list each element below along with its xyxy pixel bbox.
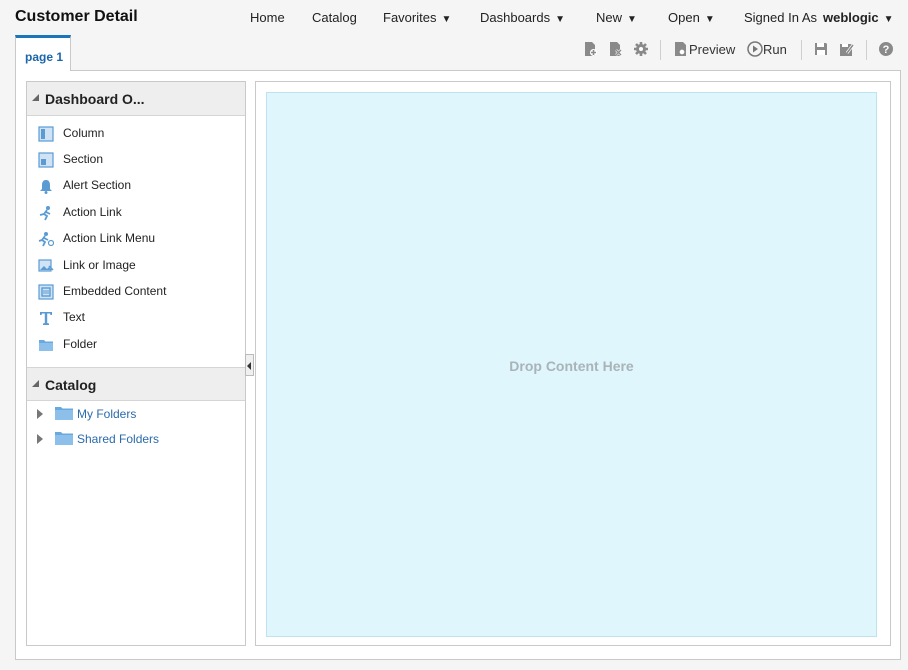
object-label: Action Link Menu	[63, 231, 156, 245]
folder-icon	[55, 432, 73, 445]
expand-icon[interactable]	[37, 434, 43, 444]
settings-gear-icon	[634, 42, 648, 56]
nav-favorites-label: Favorites	[383, 10, 437, 25]
column-icon	[38, 126, 54, 142]
catalog-title: Catalog	[45, 377, 97, 393]
object-embedded-content[interactable]: Embedded Content	[27, 281, 245, 303]
bell-icon	[40, 180, 52, 194]
sidebar: Dashboard O... Column Section Alert Sect…	[26, 81, 246, 646]
preview-button[interactable]: Preview	[673, 38, 735, 60]
object-action-link-menu[interactable]: Action Link Menu	[27, 228, 245, 250]
chevron-down-icon: ▼	[441, 14, 452, 25]
section-icon	[38, 152, 54, 168]
chevron-down-icon: ▼	[555, 14, 566, 25]
drop-zone[interactable]: Drop Content Here	[266, 92, 877, 637]
user-name: weblogic	[823, 10, 879, 25]
object-label: Action Link	[63, 205, 122, 219]
catalog-item-label: Shared Folders	[77, 432, 160, 446]
catalog-header[interactable]: Catalog	[27, 367, 245, 401]
embedded-content-icon	[38, 284, 54, 300]
object-label: Embedded Content	[63, 284, 167, 298]
tab-label: page 1	[25, 50, 64, 64]
expand-icon[interactable]	[37, 409, 43, 419]
dashboard-objects-header[interactable]: Dashboard O...	[27, 82, 245, 116]
nav-open-label: Open	[668, 10, 700, 25]
preview-icon	[675, 42, 686, 56]
toolbar-divider	[866, 40, 867, 60]
object-label: Alert Section	[63, 178, 132, 192]
preview-label: Preview	[689, 41, 736, 57]
nav-home[interactable]: Home	[250, 10, 285, 25]
nav-favorites[interactable]: Favorites ▼	[383, 10, 451, 25]
nav-open[interactable]: Open ▼	[668, 10, 715, 25]
text-icon	[40, 312, 52, 325]
drop-zone-text: Drop Content Here	[509, 358, 634, 374]
nav-catalog[interactable]: Catalog	[312, 10, 357, 25]
toolbar: Preview Run ?	[0, 38, 908, 62]
top-bar: Customer Detail Home Catalog Favorites ▼ …	[0, 0, 908, 34]
link-image-icon	[38, 259, 54, 272]
object-alert-section[interactable]: Alert Section	[27, 175, 245, 197]
add-page-button[interactable]	[582, 38, 598, 60]
nav-dashboards-label: Dashboards	[480, 10, 551, 25]
chevron-down-icon: ▼	[883, 14, 894, 25]
collapse-sidebar-handle[interactable]	[245, 354, 254, 376]
folder-icon	[55, 407, 73, 420]
signed-in-menu[interactable]: Signed In As weblogic ▼	[744, 10, 894, 25]
save-as-icon	[840, 44, 855, 56]
object-section[interactable]: Section	[27, 149, 245, 171]
add-page-icon	[585, 42, 597, 56]
chevron-down-icon: ▼	[704, 14, 715, 25]
object-label: Text	[63, 310, 86, 324]
object-column[interactable]: Column	[27, 123, 245, 145]
toolbar-divider	[801, 40, 802, 60]
help-icon: ?	[879, 42, 893, 56]
catalog-item-shared-folders[interactable]: Shared Folders	[27, 428, 245, 450]
chevron-down-icon: ▼	[627, 14, 637, 25]
run-icon	[747, 41, 763, 57]
page-title: Customer Detail	[15, 8, 138, 25]
object-folder[interactable]: Folder	[27, 334, 245, 356]
object-link-or-image[interactable]: Link or Image	[27, 255, 245, 277]
save-icon	[815, 43, 827, 55]
svg-text:?: ?	[883, 44, 890, 56]
settings-button[interactable]	[633, 38, 649, 60]
nav-dashboards[interactable]: Dashboards ▼	[480, 10, 565, 25]
object-text[interactable]: Text	[27, 307, 245, 329]
object-label: Section	[63, 152, 104, 166]
delete-page-icon	[610, 42, 622, 56]
action-link-icon	[39, 206, 51, 221]
collapse-icon	[32, 94, 39, 101]
nav-new-label: New	[596, 10, 623, 25]
delete-page-button[interactable]	[607, 38, 623, 60]
folder-icon	[39, 340, 53, 351]
catalog-item-label: My Folders	[77, 407, 137, 421]
collapse-icon	[32, 380, 39, 387]
object-label: Column	[63, 126, 105, 140]
tab-page-1[interactable]: page 1	[15, 35, 71, 71]
save-button[interactable]	[813, 38, 829, 60]
object-label: Link or Image	[63, 258, 136, 272]
run-label: Run	[763, 41, 787, 57]
nav-new[interactable]: New ▼	[596, 10, 637, 25]
run-button[interactable]: Run	[747, 38, 787, 60]
help-button[interactable]: ?	[878, 38, 894, 60]
nav-catalog-label: Catalog	[312, 10, 357, 25]
save-as-button[interactable]	[839, 38, 855, 60]
object-label: Folder	[63, 337, 98, 351]
object-action-link[interactable]: Action Link	[27, 202, 245, 224]
nav-home-label: Home	[250, 10, 285, 25]
toolbar-divider	[660, 40, 661, 60]
dashboard-objects-title: Dashboard O...	[45, 91, 145, 107]
action-link-menu-icon	[38, 232, 54, 247]
catalog-item-my-folders[interactable]: My Folders	[27, 403, 245, 425]
signed-in-label: Signed In As	[744, 10, 817, 25]
